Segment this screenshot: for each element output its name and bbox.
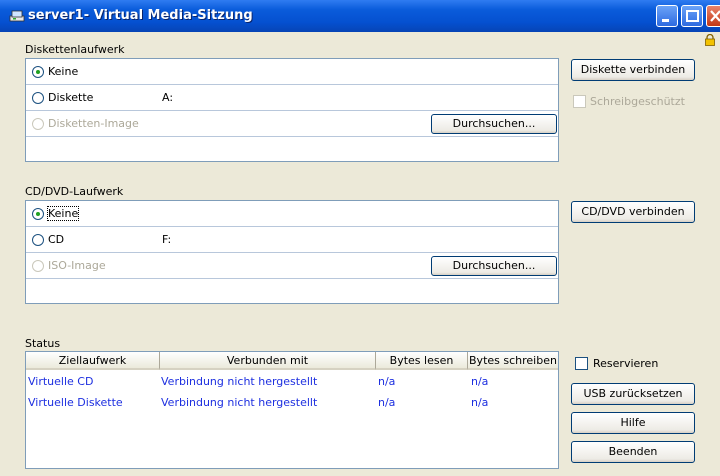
radio-button[interactable] bbox=[32, 118, 44, 130]
cd-panel: Keine CD F: ISO-Image Durchsuchen... bbox=[25, 200, 559, 304]
drive-letter: F: bbox=[162, 233, 172, 246]
cell-bytes-written: n/a bbox=[471, 375, 489, 388]
cd-option-iso[interactable]: ISO-Image Durchsuchen... bbox=[26, 253, 558, 279]
floppy-section-label: Diskettenlaufwerk bbox=[25, 43, 125, 56]
close-button[interactable] bbox=[706, 5, 720, 27]
floppy-option-none[interactable]: Keine bbox=[26, 59, 558, 85]
status-table: Ziellaufwerk Verbunden mit Bytes lesen B… bbox=[25, 351, 559, 469]
cd-section-label: CD/DVD-Laufwerk bbox=[25, 185, 124, 198]
option-label: Keine bbox=[48, 65, 79, 78]
radio-button[interactable] bbox=[32, 234, 44, 246]
cell-connected-to: Verbindung nicht hergestellt bbox=[161, 375, 318, 388]
option-label: ISO-Image bbox=[48, 259, 106, 272]
help-button[interactable]: Hilfe bbox=[571, 412, 695, 434]
maximize-icon bbox=[686, 10, 699, 22]
minimize-button[interactable] bbox=[656, 5, 678, 27]
option-label: Keine bbox=[46, 206, 80, 221]
cell-bytes-read: n/a bbox=[378, 375, 396, 388]
title-bar[interactable]: server1- Virtual Media-Sitzung bbox=[0, 0, 720, 32]
cd-option-none[interactable]: Keine bbox=[26, 201, 558, 227]
reserve-label: Reservieren bbox=[593, 357, 659, 370]
write-protect-label: Schreibgeschützt bbox=[590, 95, 685, 108]
connect-floppy-button[interactable]: Diskette verbinden bbox=[571, 59, 695, 81]
cell-target-drive: Virtuelle CD bbox=[28, 375, 94, 388]
write-protect-checkbox[interactable] bbox=[573, 95, 586, 108]
cd-option-cd[interactable]: CD F: bbox=[26, 227, 558, 253]
floppy-option-floppy[interactable]: Diskette A: bbox=[26, 85, 558, 111]
cd-path-row bbox=[26, 279, 558, 305]
floppy-browse-button[interactable]: Durchsuchen... bbox=[431, 114, 557, 134]
exit-button[interactable]: Beenden bbox=[571, 441, 695, 463]
option-label: Disketten-Image bbox=[48, 117, 139, 130]
column-header-connected-to[interactable]: Verbunden mit bbox=[160, 352, 376, 370]
radio-button[interactable] bbox=[32, 92, 44, 104]
cell-bytes-read: n/a bbox=[378, 396, 396, 409]
column-header-target-drive[interactable]: Ziellaufwerk bbox=[26, 352, 160, 370]
drive-letter: A: bbox=[162, 91, 174, 104]
column-header-bytes-read[interactable]: Bytes lesen bbox=[376, 352, 468, 370]
reserve-checkbox[interactable] bbox=[575, 357, 588, 370]
window-title: server1- Virtual Media-Sitzung bbox=[28, 8, 253, 23]
usb-reset-button[interactable]: USB zurücksetzen bbox=[571, 383, 695, 405]
cell-bytes-written: n/a bbox=[471, 396, 489, 409]
cell-connected-to: Verbindung nicht hergestellt bbox=[161, 396, 318, 409]
radio-button[interactable] bbox=[32, 260, 44, 272]
radio-button[interactable] bbox=[32, 66, 44, 78]
column-header-bytes-written[interactable]: Bytes schreiben bbox=[468, 352, 558, 370]
floppy-option-image[interactable]: Disketten-Image Durchsuchen... bbox=[26, 111, 558, 137]
cell-target-drive: Virtuelle Diskette bbox=[28, 396, 123, 409]
cd-browse-button[interactable]: Durchsuchen... bbox=[431, 256, 557, 276]
connect-cd-button[interactable]: CD/DVD verbinden bbox=[571, 201, 695, 223]
floppy-panel: Keine Diskette A: Disketten-Image Durchs… bbox=[25, 58, 559, 162]
minimize-icon bbox=[662, 19, 669, 22]
option-label: CD bbox=[48, 233, 65, 246]
option-label: Diskette bbox=[48, 91, 94, 104]
close-icon bbox=[710, 10, 720, 22]
status-section-label: Status bbox=[25, 337, 61, 350]
maximize-button[interactable] bbox=[681, 5, 703, 27]
lock-icon bbox=[705, 34, 715, 46]
floppy-path-row bbox=[26, 137, 558, 163]
app-icon bbox=[9, 10, 25, 22]
radio-button[interactable] bbox=[32, 208, 44, 220]
